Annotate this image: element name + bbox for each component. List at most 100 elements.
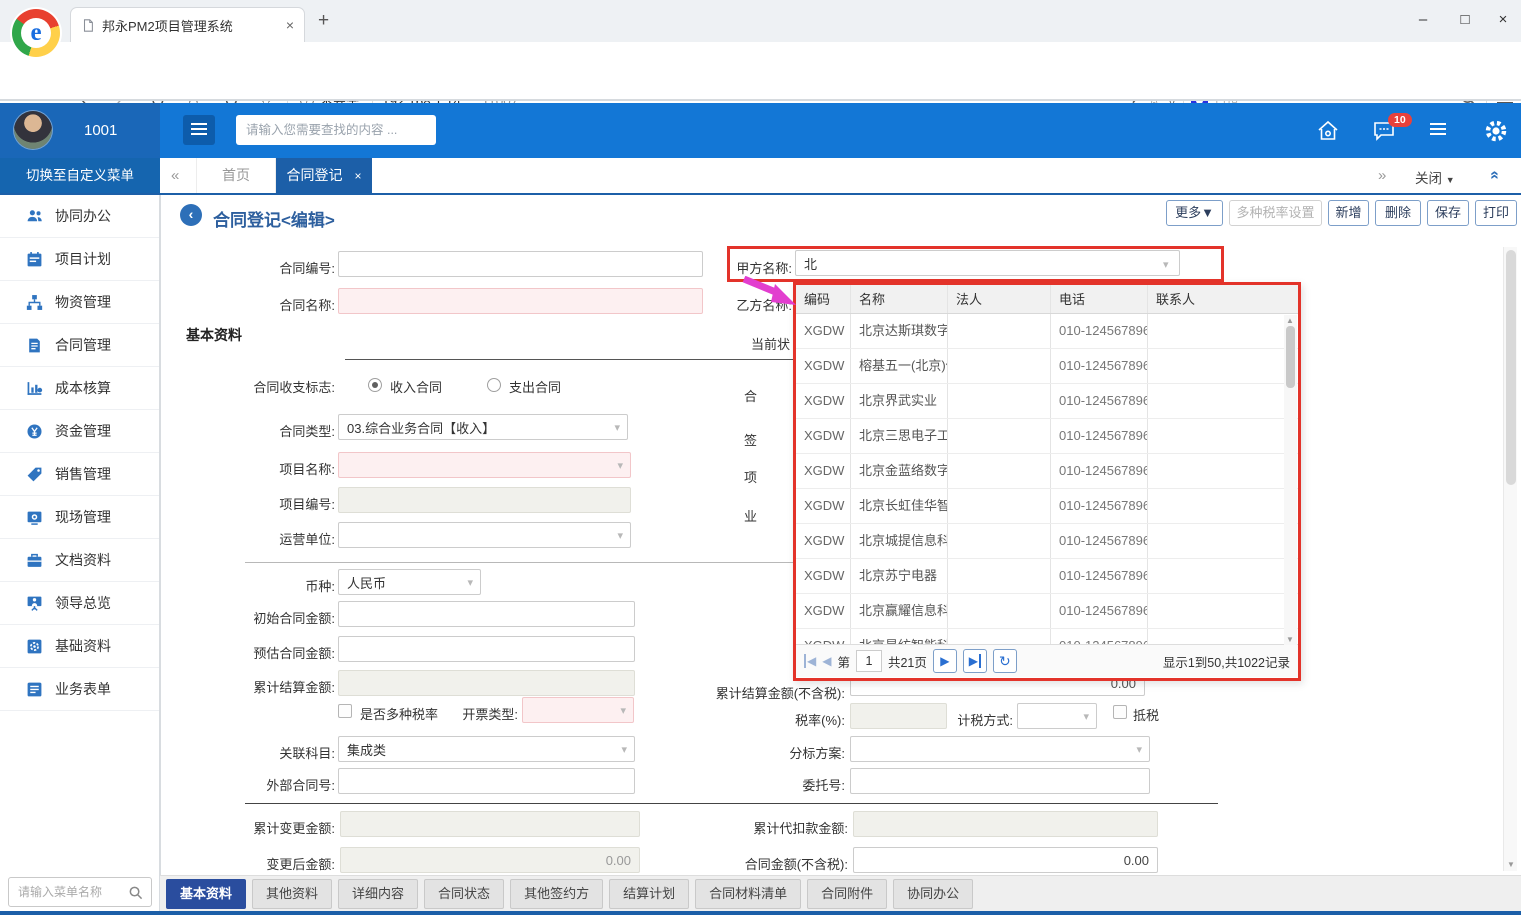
est-amount-input[interactable] — [338, 636, 635, 662]
company-row[interactable]: XGDW北京界武实业010-124567896 — [796, 384, 1298, 419]
bottom-tab-1[interactable]: 其他资料 — [252, 879, 332, 909]
contract-name-input[interactable] — [338, 288, 703, 314]
company-row[interactable]: XGDW榕基五一(北京)信010-124567896 — [796, 349, 1298, 384]
operate-unit-select[interactable]: ▾ — [338, 522, 631, 548]
multi-tax-checkbox[interactable] — [338, 704, 352, 718]
scroll-tabs-right-icon[interactable]: » — [1378, 167, 1386, 184]
back-circle-button[interactable]: ‹ — [180, 204, 202, 226]
avatar[interactable] — [14, 111, 52, 149]
column-header[interactable]: 电话 — [1051, 285, 1148, 313]
cell-code: XGDW — [796, 559, 851, 593]
browser-logo-icon[interactable]: e — [12, 9, 60, 57]
dropdown-scrollbar[interactable]: ▲ ▼ — [1284, 315, 1297, 645]
prev-page-button[interactable]: ◀ — [822, 654, 831, 668]
bid-plan-select[interactable]: ▾ — [850, 736, 1150, 762]
bottom-tab-5[interactable]: 结算计划 — [609, 879, 689, 909]
tab-close-icon[interactable]: × — [354, 169, 361, 183]
bottom-tab-3[interactable]: 合同状态 — [424, 879, 504, 909]
contract-no-input[interactable] — [338, 251, 703, 277]
column-header[interactable]: 联系人 — [1148, 285, 1298, 313]
app-menu-icon[interactable] — [1430, 123, 1446, 125]
more-button[interactable]: 更多▼ — [1166, 200, 1223, 226]
dropdown-caret-icon[interactable]: ▾ — [1163, 258, 1514, 271]
contract-type-select[interactable]: 03.综合业务合同【收入】▾ — [338, 414, 628, 440]
scrollbar-thumb[interactable] — [1286, 326, 1295, 388]
user-block[interactable]: 1001 — [0, 103, 160, 158]
company-row[interactable]: XGDW北京赢耀信息科技010-124567896 — [796, 594, 1298, 629]
new-tab-button[interactable]: + — [318, 10, 329, 32]
company-row[interactable]: XGDW北京长虹佳华智能010-124567896 — [796, 489, 1298, 524]
currency-select[interactable]: 人民币▾ — [338, 569, 481, 595]
bottom-tab-6[interactable]: 合同材料清单 — [695, 879, 801, 909]
scroll-up-icon[interactable]: ▲ — [1286, 316, 1294, 325]
related-subject-select[interactable]: 集成类▾ — [338, 736, 635, 762]
company-row[interactable]: XGDW北京达斯琪数字科010-124567896 — [796, 314, 1298, 349]
scroll-tabs-left-icon[interactable]: « — [171, 167, 179, 184]
invoice-type-select[interactable]: ▾ — [522, 697, 634, 723]
collapse-up-icon[interactable]: » — [1490, 166, 1499, 184]
income-radio[interactable] — [368, 378, 382, 392]
company-row[interactable]: XGDW北京三思电子工程010-124567896 — [796, 419, 1298, 454]
menu-toggle-button[interactable] — [183, 115, 215, 145]
bottom-tab-2[interactable]: 详细内容 — [338, 879, 418, 909]
add-button[interactable]: 新增 — [1328, 200, 1369, 226]
tab-contract-register[interactable]: 合同登记 × — [276, 158, 372, 193]
tax-deduct-checkbox[interactable] — [1113, 705, 1127, 719]
tax-method-select[interactable]: ▾ — [1017, 703, 1097, 729]
init-amount-input[interactable] — [338, 601, 635, 627]
last-page-button[interactable]: ▶ — [963, 649, 987, 673]
sidebar-item-6[interactable]: 销售管理 — [0, 453, 159, 496]
bottom-tab-0[interactable]: 基本资料 — [166, 879, 246, 909]
sidebar-item-1[interactable]: 项目计划 — [0, 238, 159, 281]
company-row[interactable]: XGDW北京城提信息科技010-124567896 — [796, 524, 1298, 559]
column-header[interactable]: 编码 — [796, 285, 851, 313]
bottom-tab-7[interactable]: 合同附件 — [807, 879, 887, 909]
maximize-button[interactable]: □ — [1450, 6, 1480, 34]
sidebar-item-2[interactable]: 物资管理 — [0, 281, 159, 324]
sidebar-item-5[interactable]: 资金管理 — [0, 410, 159, 453]
menu-switch-button[interactable]: 切换至自定义菜单 — [0, 158, 160, 193]
column-header[interactable]: 法人 — [948, 285, 1051, 313]
close-tabs-button[interactable]: 关闭 ▼ — [1415, 167, 1455, 187]
external-no-input[interactable] — [338, 768, 635, 794]
company-row[interactable]: XGDW北京苏宁电器010-124567896 — [796, 559, 1298, 594]
company-row[interactable]: XGDW北京昊纺智能科技010-124567896 — [796, 629, 1298, 644]
bottom-tab-4[interactable]: 其他签约方 — [510, 879, 603, 909]
tab-close-icon[interactable]: × — [286, 17, 294, 33]
page-scrollbar-thumb[interactable] — [1506, 250, 1516, 485]
party-a-input[interactable] — [795, 250, 1180, 276]
home-icon[interactable] — [1316, 119, 1340, 143]
gear-icon[interactable] — [1484, 119, 1508, 143]
sidebar-item-4[interactable]: 成本核算 — [0, 367, 159, 410]
entrust-no-input[interactable] — [850, 768, 1150, 794]
project-name-select[interactable]: ▾ — [338, 452, 631, 478]
company-row[interactable]: XGDW北京金蓝络数字科010-124567896 — [796, 454, 1298, 489]
sidebar-item-9[interactable]: 领导总览 — [0, 582, 159, 625]
bottom-tab-8[interactable]: 协同办公 — [893, 879, 973, 909]
browser-tab[interactable]: 邦永PM2项目管理系统 × — [70, 7, 305, 42]
sidebar-item-7[interactable]: 现场管理 — [0, 496, 159, 539]
save-button[interactable]: 保存 — [1427, 200, 1469, 226]
expense-radio[interactable] — [487, 378, 501, 392]
column-header[interactable]: 名称 — [851, 285, 948, 313]
next-page-button[interactable]: ▶ — [933, 649, 957, 673]
sidebar-item-11[interactable]: 业务表单 — [0, 668, 159, 711]
amount-notax-input[interactable] — [853, 847, 1158, 873]
delete-button[interactable]: 删除 — [1375, 200, 1421, 226]
scroll-down-icon[interactable]: ▼ — [1507, 860, 1515, 869]
sidebar-item-0[interactable]: 协同办公 — [0, 195, 159, 238]
print-button[interactable]: 打印 — [1475, 200, 1517, 226]
first-page-button[interactable]: ◀ — [804, 654, 816, 668]
sidebar-item-3[interactable]: 合同管理 — [0, 324, 159, 367]
sidebar-item-10[interactable]: 基础资料 — [0, 625, 159, 668]
window-close-button[interactable]: × — [1488, 6, 1518, 34]
tab-home[interactable]: 首页 — [196, 158, 276, 193]
refresh-button[interactable]: ↻ — [993, 649, 1017, 673]
sidebar-item-8[interactable]: 文档资料 — [0, 539, 159, 582]
menu-search-icon[interactable] — [128, 885, 143, 900]
minimize-button[interactable]: – — [1408, 6, 1438, 34]
scroll-down-icon[interactable]: ▼ — [1286, 635, 1294, 644]
global-search-input[interactable] — [236, 115, 436, 145]
page-scrollbar[interactable]: ▼ — [1503, 247, 1517, 871]
page-input[interactable] — [856, 650, 882, 672]
